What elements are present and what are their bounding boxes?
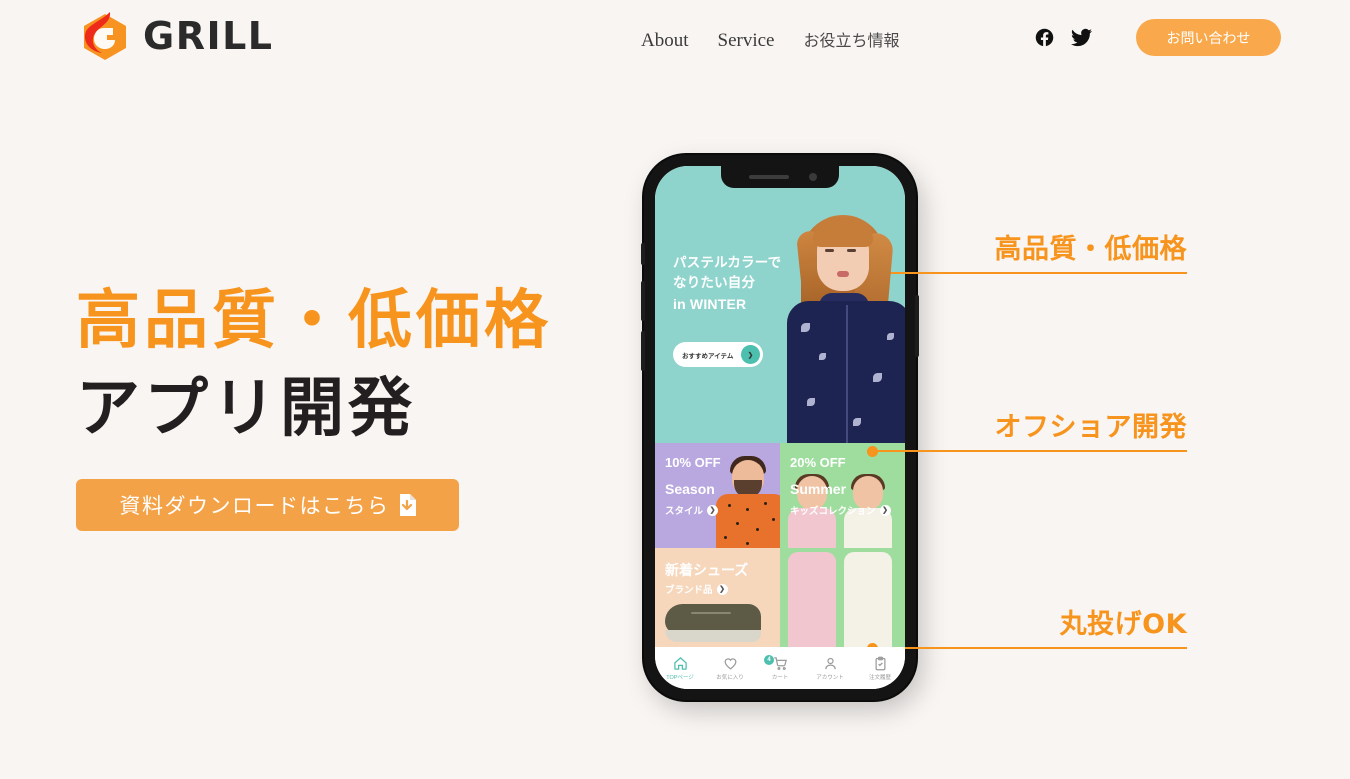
- annotation-offshore-dev: オフショア開発: [867, 398, 1187, 458]
- phone-power-button: [915, 295, 919, 357]
- promo-card-shoes-name: 新着シューズ: [665, 562, 749, 578]
- promo-card-season-name: Season: [665, 481, 715, 497]
- home-icon: [673, 656, 687, 670]
- tab-favorites[interactable]: お気に入り: [708, 656, 752, 681]
- twitter-icon[interactable]: [1071, 28, 1092, 47]
- tab-account-label: アカウント: [816, 674, 844, 681]
- heart-icon: [724, 657, 736, 670]
- promo-card-shoes[interactable]: 新着シューズ ブランド品 ❯: [655, 548, 780, 652]
- annotation-offshore-dev-label: オフショア開発: [994, 412, 1187, 443]
- nav-item-service[interactable]: Service: [718, 30, 775, 52]
- front-camera-icon: [809, 173, 817, 181]
- logo-text: GRILL: [143, 14, 274, 58]
- promo-card-season[interactable]: 10% OFF Season スタイル ❯: [655, 443, 780, 548]
- annotation-line: [872, 647, 1187, 649]
- phone-screen: パステルカラーで なりたい自分 in WINTER おすすめアイテム ❯ 10%…: [655, 166, 905, 689]
- kid-photo-left-lower: [786, 552, 838, 652]
- app-hero-text: パステルカラーで なりたい自分 in WINTER: [673, 253, 781, 315]
- page-title-line-2: アプリ開発: [76, 373, 416, 445]
- annotation-line: [872, 272, 1187, 274]
- chevron-right-icon: ❯: [716, 583, 728, 595]
- cart-badge: 4: [764, 654, 774, 665]
- annotation-quality-price-label: 高品質・低価格: [994, 234, 1187, 265]
- sneaker-photo: [665, 604, 761, 644]
- phone-volume-up: [641, 281, 645, 321]
- phone-volume-down: [641, 331, 645, 371]
- logo[interactable]: GRILL: [80, 8, 274, 64]
- download-document-icon: [398, 494, 416, 516]
- promo-card-summer-discount: 20% OFF: [790, 455, 846, 470]
- download-cta-button[interactable]: 資料ダウンロードはこちら: [76, 479, 459, 531]
- chevron-right-icon: ❯: [707, 504, 719, 516]
- download-cta-label: 資料ダウンロードはこちら: [119, 494, 390, 518]
- annotation-dot: [867, 446, 878, 457]
- man-photo: [716, 456, 780, 548]
- nav-item-about[interactable]: About: [641, 30, 689, 52]
- promo-card-summer[interactable]: 20% OFF Summer キッズコレクション ❯: [780, 443, 905, 548]
- app-tab-bar: TOPページ お気に入り 4 カート アカウント 注文履歴: [655, 647, 905, 689]
- tab-favorites-label: お気に入り: [716, 674, 744, 681]
- app-hero-banner: パステルカラーで なりたい自分 in WINTER おすすめアイテム ❯: [655, 166, 905, 443]
- phone-notch: [721, 166, 839, 188]
- facebook-icon[interactable]: [1034, 27, 1055, 48]
- annotation-full-outsourcing-label: 丸投げOK: [1059, 609, 1187, 640]
- recommended-items-button[interactable]: おすすめアイテム ❯: [673, 342, 763, 367]
- main-nav: About Service お役立ち情報: [641, 27, 900, 52]
- annotation-full-outsourcing: 丸投げOK: [867, 595, 1187, 655]
- chevron-right-icon: ❯: [741, 345, 760, 364]
- app-hero-line-1: パステルカラーで: [673, 255, 782, 270]
- tab-top-page-label: TOPページ: [666, 674, 694, 681]
- app-hero-line-2: なりたい自分: [673, 275, 756, 291]
- person-icon: [824, 657, 836, 669]
- promo-card-summer-sub: キッズコレクション ❯: [790, 503, 891, 517]
- page-title-line-1: 高品質・低価格: [76, 285, 552, 356]
- tab-cart-label: カート: [771, 674, 789, 681]
- tab-top-page[interactable]: TOPページ: [658, 656, 702, 681]
- cart-icon: [773, 656, 787, 670]
- tab-order-history[interactable]: 注文履歴: [858, 656, 902, 681]
- tab-order-history-label: 注文履歴: [868, 674, 891, 681]
- promo-card-season-sub: スタイル ❯: [665, 503, 719, 517]
- annotation-quality-price: 高品質・低価格: [867, 220, 1187, 280]
- contact-button[interactable]: お問い合わせ: [1136, 19, 1281, 56]
- nav-item-useful-info[interactable]: お役立ち情報: [803, 27, 899, 51]
- chevron-right-icon: ❯: [879, 504, 891, 516]
- recommended-items-label: おすすめアイテム: [682, 352, 734, 360]
- site-header: GRILL About Service お役立ち情報 お問い合わせ: [0, 0, 1350, 76]
- clipboard-icon: [875, 656, 885, 670]
- annotation-line: [872, 450, 1187, 452]
- page-title: 高品質・低価格 アプリ開発: [76, 277, 552, 454]
- tab-account[interactable]: アカウント: [808, 656, 852, 681]
- promo-card-summer-name: Summer: [790, 481, 847, 497]
- flame-logo-icon: [80, 8, 130, 64]
- app-hero-line-3: in WINTER: [673, 295, 747, 312]
- app-card-grid: 10% OFF Season スタイル ❯ 20% OFF Summer キッズ…: [655, 443, 905, 652]
- promo-card-shoes-sub: ブランド品 ❯: [665, 582, 728, 596]
- speaker-slit-icon: [749, 175, 789, 179]
- tab-cart[interactable]: 4 カート: [758, 654, 802, 681]
- promo-card-season-discount: 10% OFF: [665, 455, 721, 470]
- model-photo: [783, 193, 905, 443]
- social-links: [1034, 27, 1092, 48]
- phone-mute-switch: [641, 243, 645, 265]
